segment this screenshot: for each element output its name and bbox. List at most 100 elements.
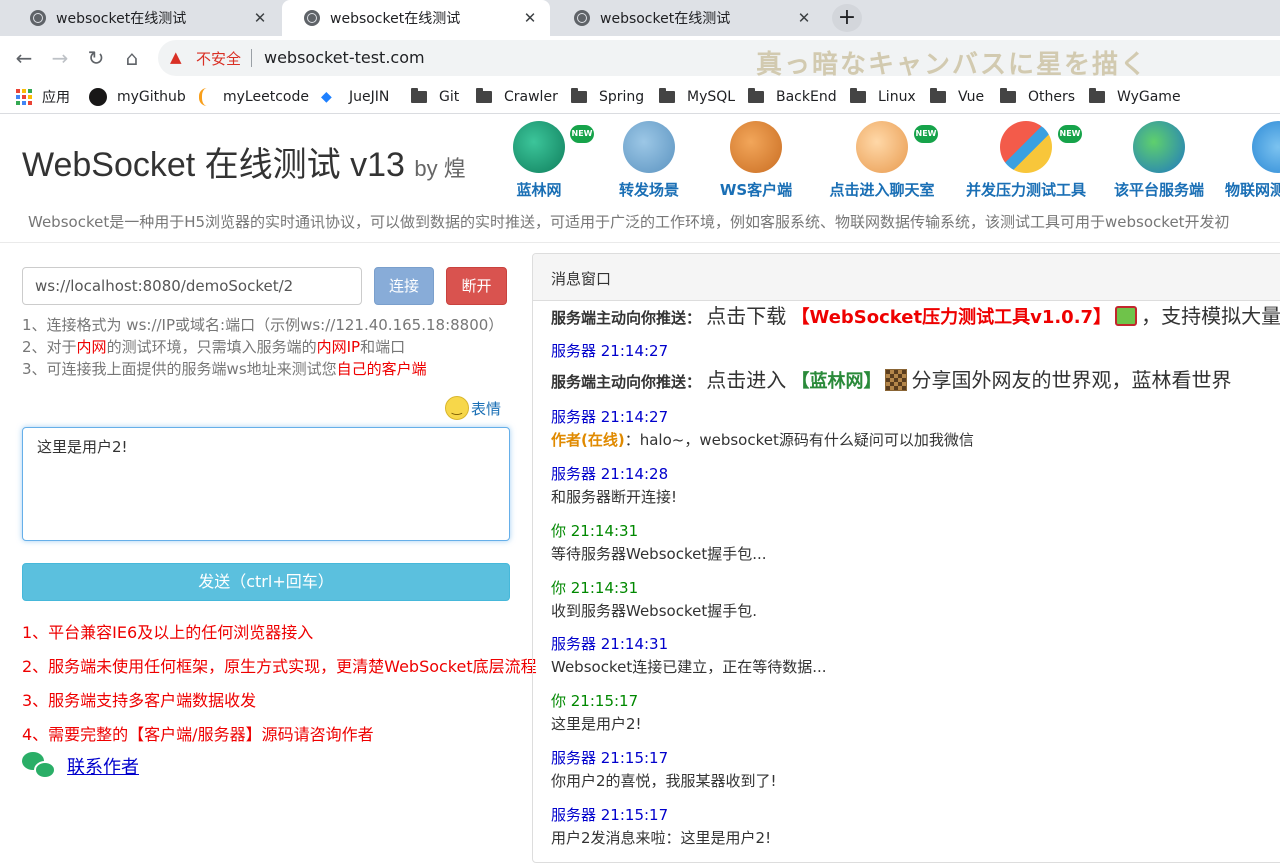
server-timestamp: 服务器 21:15:17 — [551, 806, 669, 824]
bookmark-folder-backend[interactable]: BackEnd — [748, 86, 837, 108]
bookmark-folder-linux[interactable]: Linux — [850, 86, 916, 108]
bookmark-folder-git[interactable]: Git — [411, 86, 459, 108]
bookmark-label: WyGame — [1117, 89, 1181, 105]
new-tab-button[interactable]: + — [832, 4, 862, 32]
ws-url-input[interactable]: ws://localhost:8080/demoSocket/2 — [22, 267, 362, 305]
bookmark-folder-vue[interactable]: Vue — [930, 86, 984, 108]
feature-item: 2、服务端未使用任何框架，原生方式实现，更清楚WebSocket底层流程 — [22, 657, 537, 676]
smiley-icon — [445, 396, 469, 420]
feature-item: 4、需要完整的【客户端/服务器】源码请咨询作者 — [22, 725, 374, 744]
hint-text: 和端口 — [360, 338, 406, 356]
folder-icon — [748, 88, 764, 103]
bookmark-label: myLeetcode — [223, 89, 309, 105]
reload-button[interactable]: ↻ — [84, 46, 108, 70]
folder-icon — [850, 88, 866, 103]
apps-grid-icon — [16, 89, 32, 105]
nav-platform-server[interactable]: 该平台服务端 — [1110, 121, 1208, 200]
lanlin-link[interactable]: 【蓝林网】 — [791, 371, 881, 392]
globe-icon — [304, 10, 320, 26]
user-timestamp: 你 21:14:31 — [551, 522, 639, 540]
wechat-icon — [22, 752, 56, 780]
nav-lanlin[interactable]: NEW 蓝林网 — [508, 121, 594, 200]
bookmark-folder-mysql[interactable]: MySQL — [659, 86, 735, 108]
close-icon[interactable]: ✕ — [522, 9, 538, 27]
bookmark-juejin[interactable]: ◆ JueJIN — [321, 86, 389, 108]
message-text: 你用户2的喜悦，我服某器收到了! — [551, 772, 777, 790]
tab-2[interactable]: websocket在线测试 ✕ — [282, 0, 550, 36]
emoji-button[interactable]: 表情 — [445, 396, 501, 420]
bookmark-folder-crawler[interactable]: Crawler — [476, 86, 558, 108]
message-list[interactable]: 服务端主动向你推送： 点击下载 【WebSocket压力测试工具v1.0.7】 ，… — [551, 302, 1280, 862]
leetcode-icon — [199, 88, 213, 106]
disconnect-button[interactable]: 断开 — [446, 267, 507, 305]
bookmark-label: Linux — [878, 89, 916, 105]
stress-tool-link[interactable]: 【WebSocket压力测试工具v1.0.7】 — [791, 307, 1111, 328]
message-text: 这里是用户2! — [551, 715, 642, 733]
nav-label: 物联网测 — [1225, 181, 1280, 199]
message-text: Websocket连接已建立，正在等待数据... — [551, 658, 827, 676]
message-text: 用户2发消息来啦：这里是用户2! — [551, 829, 772, 847]
nav-stress-test[interactable]: NEW 并发压力测试工具 — [962, 121, 1090, 200]
server-timestamp: 服务器 21:14:27 — [551, 408, 669, 426]
bookmark-label: Spring — [599, 89, 645, 105]
folder-icon — [476, 88, 492, 103]
home-button[interactable]: ⌂ — [120, 46, 144, 70]
github-icon — [89, 88, 107, 106]
bookmark-label: MySQL — [687, 89, 736, 105]
server-timestamp: 服务器 21:14:31 — [551, 635, 669, 653]
hint-line-1: 1、连接格式为 ws://IP或域名:端口（示例ws://121.40.165.… — [22, 316, 504, 334]
chat-users-icon — [856, 121, 908, 173]
tab-title: websocket在线测试 — [56, 11, 187, 27]
close-icon[interactable]: ✕ — [252, 9, 268, 27]
bookmark-folder-spring[interactable]: Spring — [571, 86, 644, 108]
nav-chatroom[interactable]: NEW 点击进入聊天室 — [826, 121, 938, 200]
bookmark-label: 应用 — [42, 90, 70, 106]
push-message: 服务端主动向你推送： 点击下载 【WebSocket压力测试工具v1.0.7】 ，… — [551, 302, 1280, 329]
nav-iot[interactable]: 物联网测 — [1222, 121, 1280, 200]
folder-icon — [571, 88, 587, 103]
nav-ws-client[interactable]: WS客户端 — [716, 121, 796, 200]
cloud-icon — [1252, 121, 1280, 173]
url-text[interactable]: websocket-test.com — [264, 48, 425, 67]
author-message: 作者(在线)：halo~，websocket源码有什么疑问可以加我微信 — [551, 429, 974, 450]
bookmark-label: myGithub — [117, 89, 186, 105]
send-button[interactable]: 发送（ctrl+回车） — [22, 563, 510, 601]
panel-title: 消息窗口 — [533, 254, 1280, 301]
bookmark-apps[interactable]: 应用 — [16, 86, 70, 108]
bookmark-label: Git — [439, 89, 460, 105]
tab-strip: websocket在线测试 ✕ websocket在线测试 ✕ websocke… — [0, 0, 1280, 36]
overlay-caption: 真っ暗なキャンバスに星を描く — [756, 50, 1149, 80]
bookmark-label: BackEnd — [776, 89, 837, 105]
tab-3[interactable]: websocket在线测试 ✕ — [552, 0, 824, 36]
nav-forward-scene[interactable]: 转发场景 — [612, 121, 686, 200]
hint-text: 3、可连接我上面提供的服务端ws地址来测试您 — [22, 360, 337, 378]
nav-label: 该平台服务端 — [1113, 181, 1204, 199]
earth-icon — [1133, 121, 1185, 173]
hint-highlight: 自己的客户端 — [336, 360, 427, 378]
feature-item: 1、平台兼容IE6及以上的任何浏览器接入 — [22, 623, 314, 642]
push-text: 点击进入 — [706, 368, 787, 392]
bookmark-folder-others[interactable]: Others — [1000, 86, 1075, 108]
push-text: 点击下载 — [706, 304, 787, 328]
bookmark-myleetcode[interactable]: myLeetcode — [199, 86, 309, 108]
close-icon[interactable]: ✕ — [796, 9, 812, 27]
contact-author-link[interactable]: 联系作者 — [67, 753, 139, 779]
connect-button[interactable]: 连接 — [374, 267, 434, 305]
insecure-label[interactable]: 不安全 — [196, 48, 241, 69]
push-message: 服务端主动向你推送： 点击进入 【蓝林网】 分享国外网友的世界观，蓝林看世界 — [551, 364, 1231, 393]
user-timestamp: 你 21:15:17 — [551, 692, 639, 710]
tab-1[interactable]: websocket在线测试 ✕ — [8, 0, 280, 36]
globe-icon — [30, 10, 46, 26]
divider — [251, 49, 252, 67]
new-badge: NEW — [1058, 125, 1082, 143]
bookmark-folder-wygame[interactable]: WyGame — [1089, 86, 1181, 108]
server-timestamp: 服务器 21:15:17 — [551, 749, 669, 767]
mosaic-icon — [885, 369, 908, 391]
back-button[interactable]: ← — [12, 46, 36, 70]
bookmark-mygithub[interactable]: myGithub — [89, 86, 186, 108]
message-text: ：halo~，websocket源码有什么疑问可以加我微信 — [624, 431, 974, 449]
message-textarea[interactable]: 这里是用户2! — [22, 427, 510, 541]
bookmark-label: Crawler — [504, 89, 558, 105]
forward-button[interactable]: → — [48, 46, 72, 70]
gift-icon — [1115, 306, 1138, 326]
